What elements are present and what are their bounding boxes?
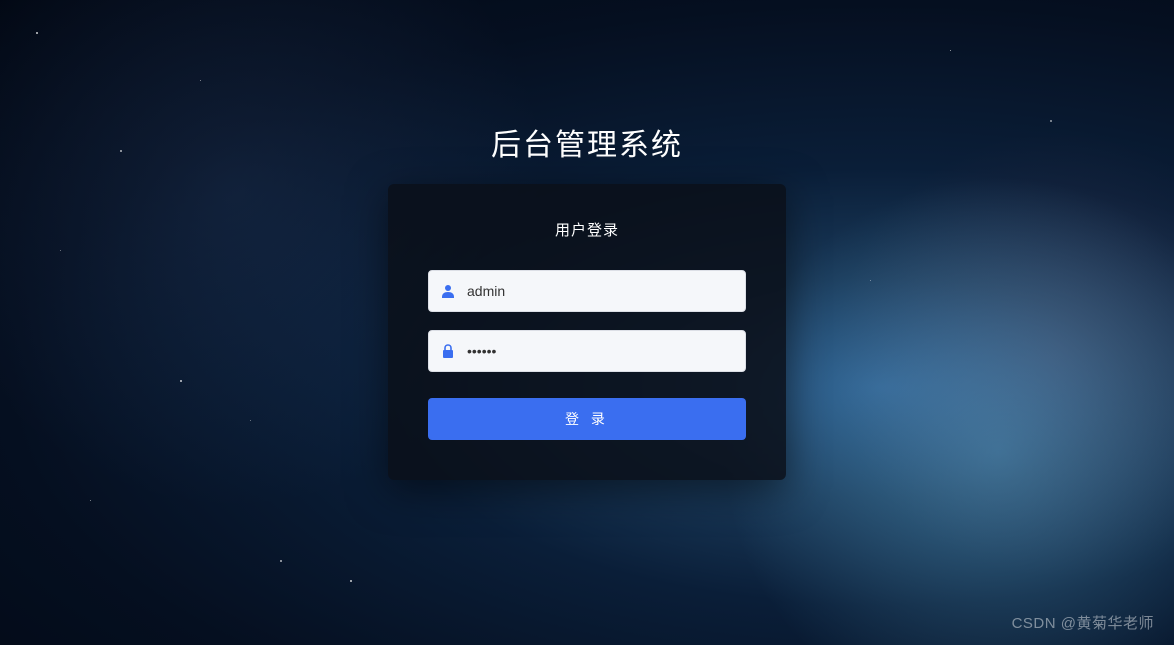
login-card: 用户登录 登 录 [388, 184, 786, 480]
username-group [428, 270, 746, 312]
card-heading: 用户登录 [428, 219, 746, 240]
watermark-text: CSDN @黄菊华老师 [1012, 612, 1154, 633]
page-title: 后台管理系统 [491, 120, 683, 164]
login-button[interactable]: 登 录 [428, 398, 746, 440]
password-group [428, 330, 746, 372]
username-input[interactable] [428, 270, 746, 312]
login-container: 后台管理系统 用户登录 登 录 [0, 0, 1174, 645]
password-input[interactable] [428, 330, 746, 372]
